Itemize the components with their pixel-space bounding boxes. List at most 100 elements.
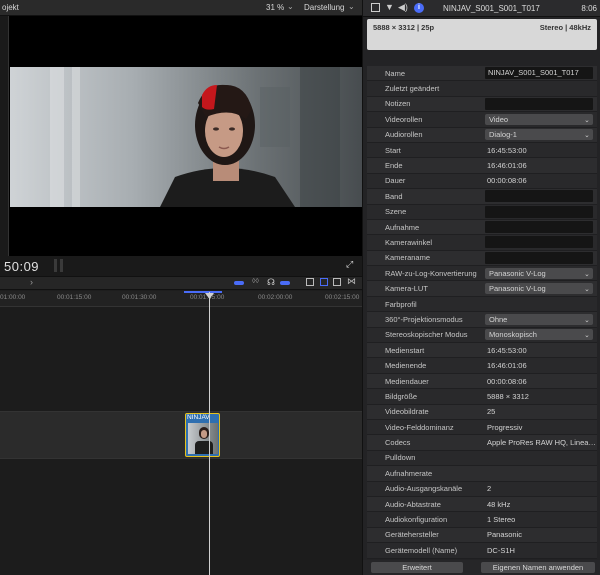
divider — [54, 259, 57, 272]
metadata-row: Video-Felddominanz Progressiv — [367, 419, 597, 436]
metadata-value: 00:00:08:06 — [485, 176, 597, 185]
audio-inspector-icon[interactable]: ◀) — [398, 2, 408, 13]
metadata-label: Audio-Ausgangskanäle — [385, 484, 463, 494]
range-indicator — [184, 291, 222, 293]
metadata-row: Bildgröße 5888 × 3312 — [367, 389, 597, 405]
metadata-label: Medienende — [385, 361, 427, 371]
metadata-label: Ende — [385, 161, 403, 171]
advanced-metadata-button[interactable]: Erweitert — [371, 562, 463, 573]
metadata-field[interactable] — [485, 97, 593, 110]
snapping-icon[interactable] — [280, 281, 290, 285]
metadata-select[interactable]: Ohne — [485, 313, 593, 325]
metadata-row: Medienstart 16:45:53:00 — [367, 343, 597, 359]
clip-info-header: 5888 × 3312 | 25p Stereo | 48kHz — [367, 19, 597, 50]
effects-icon[interactable] — [333, 278, 341, 286]
metadata-field[interactable] — [485, 221, 593, 234]
metadata-list: Name NINJAV_S001_S001_T017 Zuletzt geänder… — [367, 66, 597, 559]
metadata-label: Gerätehersteller — [385, 530, 439, 540]
apply-custom-name-button[interactable]: Eigenen Namen anwenden — [481, 562, 595, 573]
metadata-value-text: 5888 × 3312 — [487, 391, 529, 401]
metadata-value: Panasonic — [485, 530, 597, 539]
zoom-menu[interactable]: 31 % — [266, 3, 284, 12]
color-inspector-icon[interactable]: ▼ — [385, 2, 394, 12]
metadata-row: Kamerawinkel — [367, 235, 597, 251]
ruler-tick: 00:01:15:00 — [57, 294, 92, 301]
metadata-value: 48 kHz — [485, 500, 597, 509]
metadata-row: Name NINJAV_S001_S001_T017 — [367, 66, 597, 82]
metadata-label: Codecs — [385, 438, 411, 448]
metadata-row: Medienende 16:46:01:06 — [367, 358, 597, 374]
primary-storyline[interactable] — [0, 411, 362, 459]
headphones-icon[interactable]: ☊ — [267, 277, 275, 288]
resolution-info: 5888 × 3312 | 25p — [373, 23, 435, 32]
video-inspector-icon[interactable] — [371, 3, 380, 12]
metadata-label: Name — [385, 68, 406, 78]
metadata-label: RAW-zu-Log-Konvertierung — [385, 268, 477, 278]
video-skimming-icon[interactable] — [234, 281, 244, 285]
metadata-label: Stereoskopischer Modus — [385, 330, 468, 340]
metadata-field[interactable] — [485, 205, 593, 218]
metadata-label: Gerätemodell (Name) — [385, 545, 458, 555]
metadata-row: Audio-Abtastrate 48 kHz — [367, 496, 597, 513]
metadata-value-text: NINJAV_S001_S001_T017 — [488, 68, 579, 78]
metadata-select[interactable]: Dialog-1 — [485, 129, 593, 141]
audio-skimming-icon[interactable]: ◊◊ — [252, 278, 259, 285]
metadata-row: Band — [367, 189, 597, 205]
chevron-right-icon[interactable]: › — [30, 277, 33, 287]
metadata-value: 25 — [485, 407, 597, 416]
metadata-row: Mediendauer 00:00:08:06 — [367, 373, 597, 390]
metadata-select[interactable]: Video — [485, 113, 593, 125]
project-label: ojekt — [2, 3, 19, 12]
metadata-row: Gerätemodell (Name) DC-S1H — [367, 543, 597, 559]
metadata-label: Audio-Abtastrate — [385, 499, 441, 509]
clip-name: NINJAV — [187, 414, 210, 421]
clip-appearance-icon[interactable] — [306, 278, 314, 286]
metadata-select[interactable]: Panasonic V-Log — [485, 283, 593, 295]
metadata-field[interactable] — [485, 236, 593, 249]
timeline-ruler[interactable]: 01:00:00 00:01:15:00 00:01:30:00 00:01:4… — [0, 291, 362, 307]
metadata-value-text: Apple ProRes RAW HQ, Linea… — [487, 438, 596, 448]
metadata-value: 1 Stereo — [485, 515, 597, 524]
divider — [60, 259, 63, 272]
metadata-label: 360°-Projektionsmodus — [385, 314, 463, 324]
metadata-row: Dauer 00:00:08:06 — [367, 173, 597, 190]
metadata-field[interactable]: NINJAV_S001_S001_T017 — [485, 67, 593, 80]
video-frame-image — [10, 67, 362, 207]
transitions-icon[interactable]: ⋈ — [347, 276, 356, 287]
timecode-bar: 50:09 ⤢ — [0, 256, 362, 276]
metadata-row: Gerätehersteller Panasonic — [367, 527, 597, 544]
ruler-tick: 01:00:00 — [0, 294, 26, 301]
metadata-row: Kameraname — [367, 250, 597, 267]
metadata-row: Kamera-LUT Panasonic V-Log — [367, 281, 597, 297]
metadata-row: Aufnahmerate — [367, 466, 597, 482]
metadata-row: Notizen — [367, 96, 597, 113]
metadata-field[interactable] — [485, 190, 593, 203]
metadata-value: DC-S1H — [485, 546, 597, 555]
playhead[interactable] — [209, 292, 210, 575]
metadata-value-text: 48 kHz — [487, 499, 511, 509]
metadata-label: Kamera-LUT — [385, 284, 428, 294]
metadata-label: Pulldown — [385, 453, 416, 463]
video-frame — [10, 67, 362, 207]
ruler-tick: 00:02:00:00 — [258, 294, 293, 301]
clip-view-icon[interactable] — [320, 278, 328, 286]
timeline-clip[interactable]: NINJAV — [185, 413, 220, 457]
metadata-label: Szene — [385, 207, 407, 217]
metadata-field[interactable] — [485, 251, 593, 264]
metadata-select[interactable]: Panasonic V-Log — [485, 267, 593, 279]
metadata-value: 16:45:53:00 — [485, 146, 597, 155]
viewer-timeline-area: ojekt 31 % ⌄ Darstellung ⌄ 50:09 ⤢ › ◊◊ … — [0, 0, 362, 575]
ruler-tick: 00:02:15:00 — [325, 294, 360, 301]
metadata-label: Bildgröße — [385, 391, 418, 401]
metadata-value: 5888 × 3312 — [485, 392, 597, 401]
metadata-label: Band — [385, 191, 403, 201]
view-menu[interactable]: Darstellung — [304, 3, 344, 12]
info-icon[interactable]: i — [414, 3, 424, 13]
metadata-select[interactable]: Monoskopisch — [485, 329, 593, 341]
inspector-footer: Erweitert Eigenen Namen anwenden — [363, 560, 600, 575]
metadata-label: Notizen — [385, 99, 411, 109]
metadata-label: Aufnahme — [385, 222, 420, 232]
timecode-display: 50:09 — [4, 259, 40, 274]
audio-info: Stereo | 48kHz — [539, 23, 591, 32]
fullscreen-icon[interactable]: ⤢ — [346, 259, 353, 270]
